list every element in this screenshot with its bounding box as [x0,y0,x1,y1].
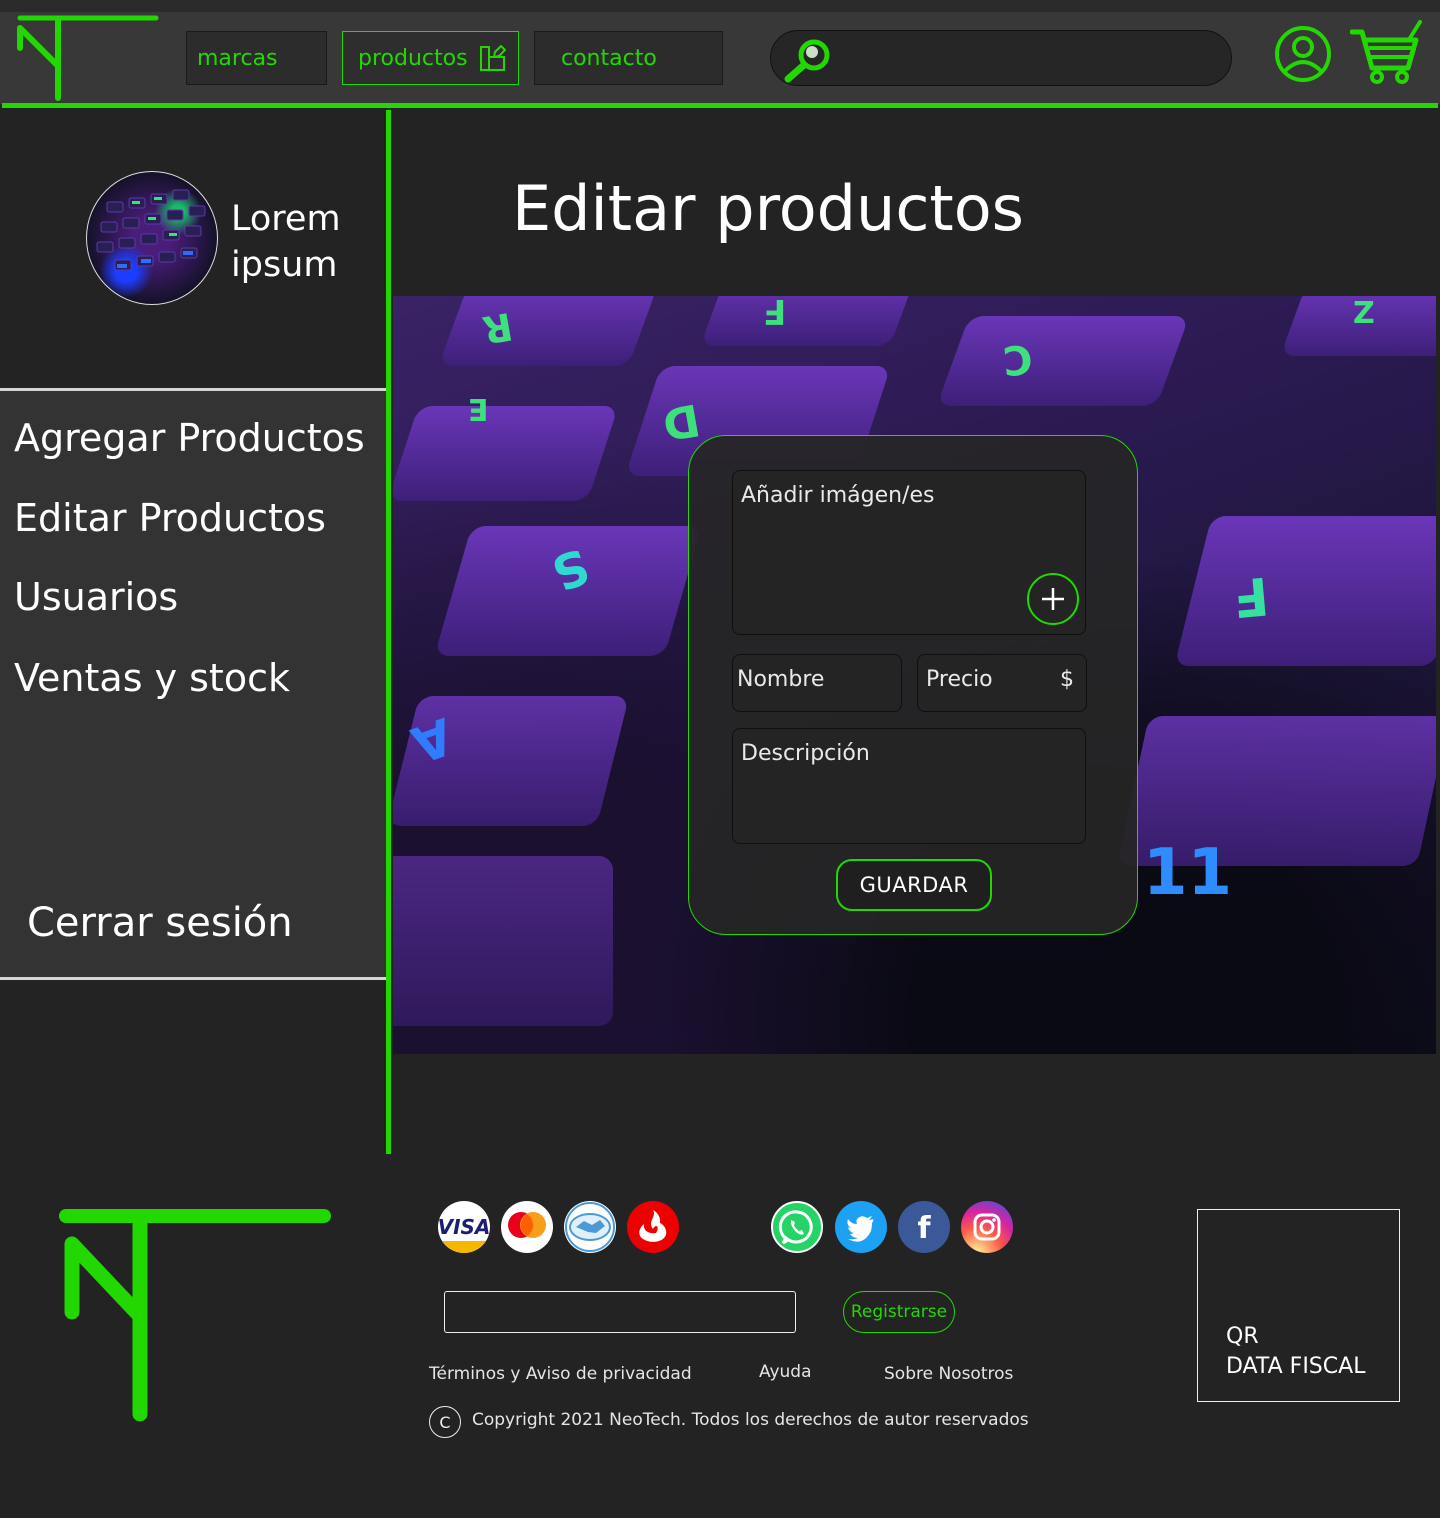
sidebar-border [386,110,391,1154]
santander-icon [627,1201,679,1253]
add-image-button[interactable] [1027,573,1079,625]
name-field-label: Nombre [737,667,825,692]
description-field-label: Descripción [741,741,870,766]
profile-name-line1: Lorem [231,199,341,239]
qr-data-fiscal[interactable]: QR DATA FISCAL [1197,1209,1400,1402]
nav-marcas-label: marcas [197,45,278,71]
top-strip [0,0,1440,12]
neotech-logo-footer [59,1209,331,1422]
avatar[interactable] [86,171,218,305]
facebook-icon[interactable]: f [898,1201,950,1253]
sidebar-divider-bottom [0,977,386,980]
mercadopago-icon [564,1201,616,1253]
name-field[interactable]: Nombre [732,654,902,712]
currency-symbol: $ [1060,667,1074,692]
search-icon[interactable] [783,35,835,83]
user-account-icon[interactable] [1272,26,1334,82]
copyright-icon: C [429,1406,461,1438]
sidebar-item-ventas-stock[interactable]: Ventas y stock [14,656,290,700]
mastercard-icon [501,1201,553,1253]
visa-icon: VISA [438,1201,490,1253]
cart-icon[interactable] [1350,20,1424,84]
instagram-icon[interactable] [961,1201,1013,1253]
logout-button[interactable]: Cerrar sesión [27,900,293,946]
avatar-keyboard-image [96,189,206,271]
header-divider [2,103,1438,108]
data-fiscal-label: DATA FISCAL [1226,1354,1366,1379]
nav-contacto[interactable]: contacto [534,31,723,85]
price-field-label: Precio [926,667,993,692]
whatsapp-icon[interactable] [771,1201,823,1253]
nav-productos-label: productos [358,45,468,71]
footer-link-ayuda[interactable]: Ayuda [759,1362,812,1382]
description-field[interactable]: Descripción [732,728,1086,844]
page-title: Editar productos [512,172,1024,245]
neotech-logo[interactable] [14,14,164,104]
image-upload-area[interactable]: Añadir imágen/es [732,470,1086,635]
profile-name: Lorem ipsum [231,196,381,288]
profile-name-line2: ipsum [231,245,338,285]
search-input[interactable] [841,39,1211,77]
search-bar[interactable] [770,30,1232,86]
footer-link-sobre-nosotros[interactable]: Sobre Nosotros [884,1364,1013,1384]
footer-link-terminos[interactable]: Términos y Aviso de privacidad [429,1364,692,1384]
image-upload-label: Añadir imágen/es [741,483,935,508]
nav-marcas[interactable]: marcas [186,31,327,85]
edit-icon [479,45,506,71]
sidebar-item-agregar-productos[interactable]: Agregar Productos [14,416,365,460]
plus-icon [1042,588,1064,610]
price-field[interactable]: Precio $ [917,654,1087,712]
save-button[interactable]: GUARDAR [836,859,992,911]
newsletter-email-input[interactable] [445,1292,795,1332]
register-button[interactable]: Registrarse [843,1291,955,1333]
sidebar-item-usuarios[interactable]: Usuarios [14,575,178,619]
sidebar-item-editar-productos[interactable]: Editar Productos [14,496,326,540]
nav-productos[interactable]: productos [342,31,519,85]
copyright-text: Copyright 2021 NeoTech. Todos los derech… [472,1410,1029,1430]
twitter-icon[interactable] [835,1201,887,1253]
visa-icon-text: VISA [438,1215,490,1239]
nav-contacto-label: contacto [561,45,657,71]
sidebar-divider-top [0,388,386,391]
qr-label: QR [1226,1324,1259,1349]
copyright-icon-letter: C [439,1412,451,1432]
newsletter-email-field[interactable] [444,1291,796,1333]
